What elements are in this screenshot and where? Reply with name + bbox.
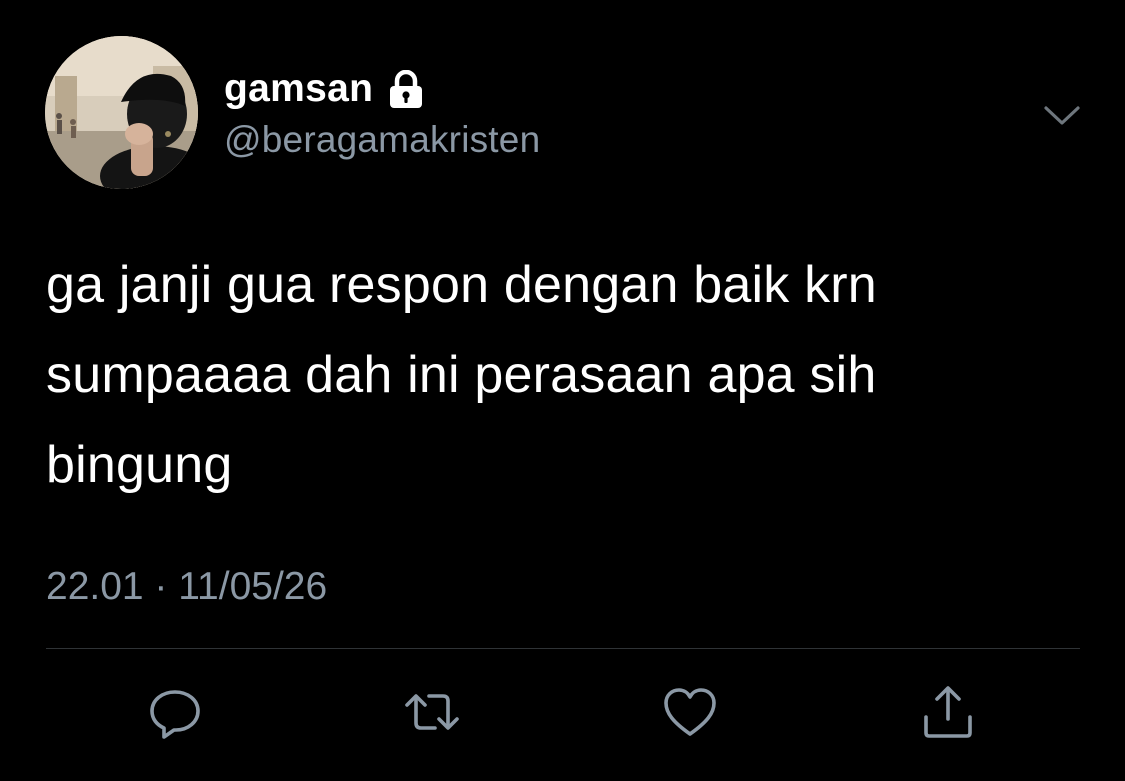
tweet-text: ga janji gua respon dengan baik krn sump… xyxy=(46,256,877,494)
share-icon xyxy=(924,686,972,738)
share-button[interactable] xyxy=(919,683,977,741)
display-name[interactable]: gamsan xyxy=(224,64,373,114)
avatar[interactable] xyxy=(45,36,198,189)
chevron-down-icon[interactable] xyxy=(1040,96,1084,136)
retweet-icon xyxy=(405,694,459,730)
profile-photo xyxy=(45,36,198,189)
display-name-row: gamsan xyxy=(224,64,425,114)
divider xyxy=(46,648,1080,649)
like-icon xyxy=(664,688,716,736)
tweet-timestamp[interactable]: 22.01 · 11/05/26 xyxy=(46,560,327,614)
lock-icon xyxy=(387,69,425,110)
reply-button[interactable] xyxy=(146,683,204,741)
user-handle[interactable]: @beragamakristen xyxy=(224,116,540,164)
like-button[interactable] xyxy=(661,683,719,741)
tweet-card: gamsan @beragamakristen ga janji gua res… xyxy=(0,0,1125,781)
retweet-button[interactable] xyxy=(403,683,461,741)
reply-icon xyxy=(150,690,200,739)
